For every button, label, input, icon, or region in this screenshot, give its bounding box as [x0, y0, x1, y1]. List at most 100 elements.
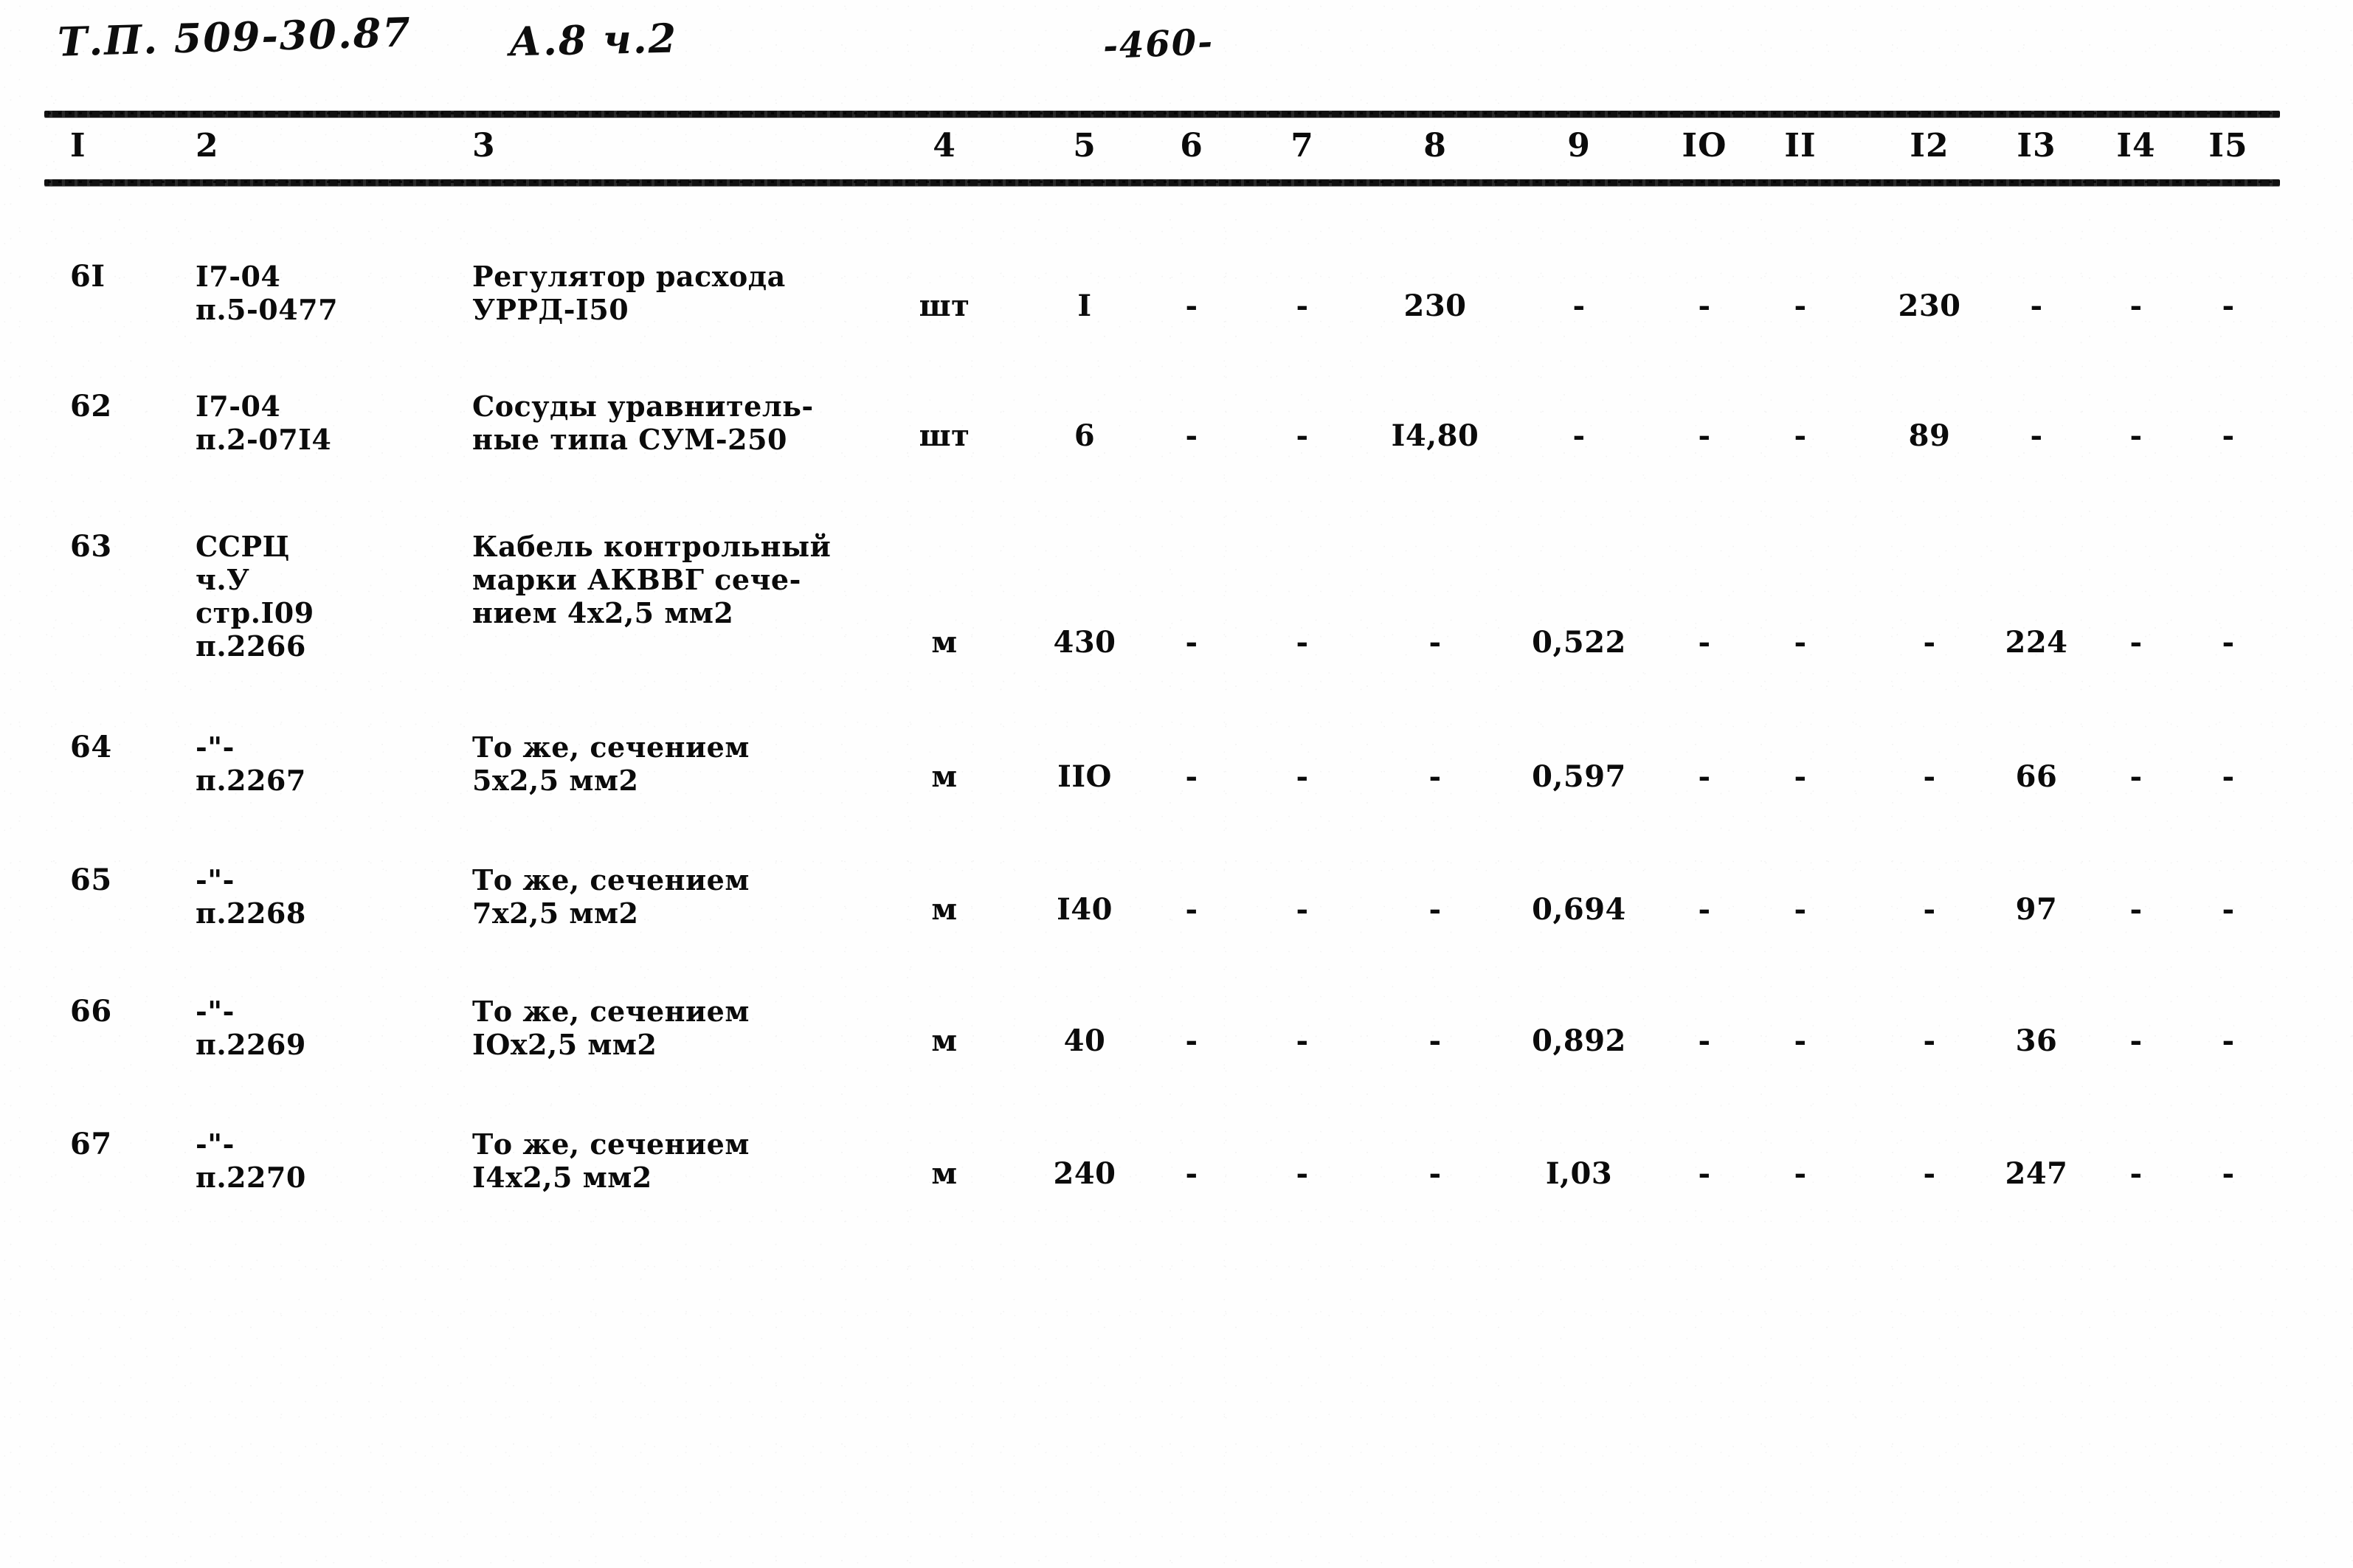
value-col-11: - [1794, 289, 1807, 323]
value-col-13: - [2030, 289, 2043, 323]
value-col-8: - [1428, 1023, 1442, 1058]
value-col-7: - [1296, 1156, 1309, 1191]
value-col-15: - [2222, 289, 2235, 323]
value-col-6: - [1185, 418, 1198, 453]
value-col-15: - [2222, 625, 2235, 660]
reference-code: -"- п.2269 [196, 995, 306, 1061]
reference-code: -"- п.2270 [196, 1127, 306, 1194]
value-col-8: - [1428, 1156, 1442, 1191]
unit: шт [919, 289, 970, 323]
reference-code: I7-04 п.2-07I4 [196, 390, 332, 456]
value-col-10: - [1698, 759, 1711, 794]
value-col-9: 0,694 [1532, 892, 1626, 927]
value-col-10: - [1698, 418, 1711, 453]
reference-code: ССРЦ ч.У стр.I09 п.2266 [196, 530, 314, 663]
column-header-5: 5 [1073, 127, 1096, 165]
value-col-14: - [2129, 759, 2143, 794]
value-col-8: - [1428, 625, 1442, 660]
value-col-7: - [1296, 759, 1309, 794]
value-col-6: - [1185, 1156, 1198, 1191]
handwritten-album-label: А.8 ч.2 [508, 14, 678, 66]
value-col-15: - [2222, 892, 2235, 927]
value-col-13: 66 [2015, 759, 2058, 794]
value-col-11: - [1794, 759, 1807, 794]
value-col-5: 6 [1074, 418, 1096, 453]
unit: шт [919, 418, 970, 453]
value-col-8: - [1428, 892, 1442, 927]
column-header-IO: IO [1682, 127, 1727, 165]
column-header-I3: I3 [2017, 127, 2056, 165]
value-col-9: 0,597 [1532, 759, 1626, 794]
handwritten-document-code: Т.П. 509-30.87 [57, 8, 412, 66]
value-col-9: - [1572, 418, 1586, 453]
row-number: 6I [70, 259, 106, 294]
row-number: 66 [70, 994, 112, 1029]
column-header-4: 4 [933, 127, 956, 165]
value-col-9: 0,892 [1532, 1023, 1626, 1058]
unit: м [931, 892, 958, 927]
unit: м [931, 1023, 958, 1058]
item-name: Регулятор расхода УРРД-I50 [472, 260, 786, 326]
column-header-I2: I2 [1910, 127, 1949, 165]
value-col-6: - [1185, 1023, 1198, 1058]
value-col-11: - [1794, 1023, 1807, 1058]
reference-code: -"- п.2267 [196, 731, 306, 797]
unit: м [931, 625, 958, 660]
row-number: 64 [70, 730, 112, 764]
document-page: Т.П. 509-30.87 А.8 ч.2 -460- I 2 3 4 5 6 7 8 9 IO… [0, 0, 2353, 1568]
column-header-7: 7 [1290, 127, 1314, 165]
row-number: 67 [70, 1127, 112, 1161]
value-col-11: - [1794, 625, 1807, 660]
value-col-7: - [1296, 1023, 1309, 1058]
value-col-13: - [2030, 418, 2043, 453]
row-number: 65 [70, 863, 112, 897]
item-name: То же, сечением I4х2,5 мм2 [472, 1127, 750, 1194]
column-header-I: I [70, 127, 86, 165]
value-col-9: I,03 [1545, 1156, 1613, 1191]
value-col-13: 224 [2005, 625, 2068, 660]
value-col-14: - [2129, 418, 2143, 453]
column-header-6: 6 [1180, 127, 1203, 165]
value-col-14: - [2129, 625, 2143, 660]
value-col-6: - [1185, 289, 1198, 323]
value-col-6: - [1185, 759, 1198, 794]
value-col-10: - [1698, 1156, 1711, 1191]
value-col-10: - [1698, 1023, 1711, 1058]
value-col-5: 240 [1053, 1156, 1116, 1191]
value-col-15: - [2222, 1156, 2235, 1191]
table-rule-top [44, 111, 2280, 117]
value-col-11: - [1794, 418, 1807, 453]
value-col-12: - [1923, 1023, 1936, 1058]
value-col-12: 230 [1898, 289, 1961, 323]
value-col-7: - [1296, 418, 1309, 453]
value-col-15: - [2222, 418, 2235, 453]
column-header-II: II [1784, 127, 1817, 165]
value-col-8: 230 [1403, 289, 1467, 323]
value-col-10: - [1698, 625, 1711, 660]
column-header-2: 2 [196, 127, 219, 165]
value-col-12: - [1923, 625, 1936, 660]
value-col-8: - [1428, 759, 1442, 794]
value-col-12: - [1923, 759, 1936, 794]
column-header-3: 3 [472, 127, 496, 165]
reference-code: -"- п.2268 [196, 863, 306, 930]
value-col-14: - [2129, 892, 2143, 927]
value-col-15: - [2222, 1023, 2235, 1058]
value-col-13: 97 [2015, 892, 2058, 927]
item-name: То же, сечением 7х2,5 мм2 [472, 863, 750, 930]
value-col-9: - [1572, 289, 1586, 323]
value-col-14: - [2129, 1023, 2143, 1058]
value-col-11: - [1794, 1156, 1807, 1191]
value-col-7: - [1296, 625, 1309, 660]
value-col-13: 36 [2015, 1023, 2058, 1058]
value-col-12: - [1923, 892, 1936, 927]
value-col-7: - [1296, 289, 1309, 323]
column-header-I5: I5 [2208, 127, 2248, 165]
value-col-13: 247 [2005, 1156, 2068, 1191]
value-col-9: 0,522 [1532, 625, 1626, 660]
item-name: То же, сечением IОх2,5 мм2 [472, 995, 750, 1061]
unit: м [931, 759, 958, 794]
unit: м [931, 1156, 958, 1191]
value-col-14: - [2129, 289, 2143, 323]
value-col-5: I [1077, 289, 1092, 323]
